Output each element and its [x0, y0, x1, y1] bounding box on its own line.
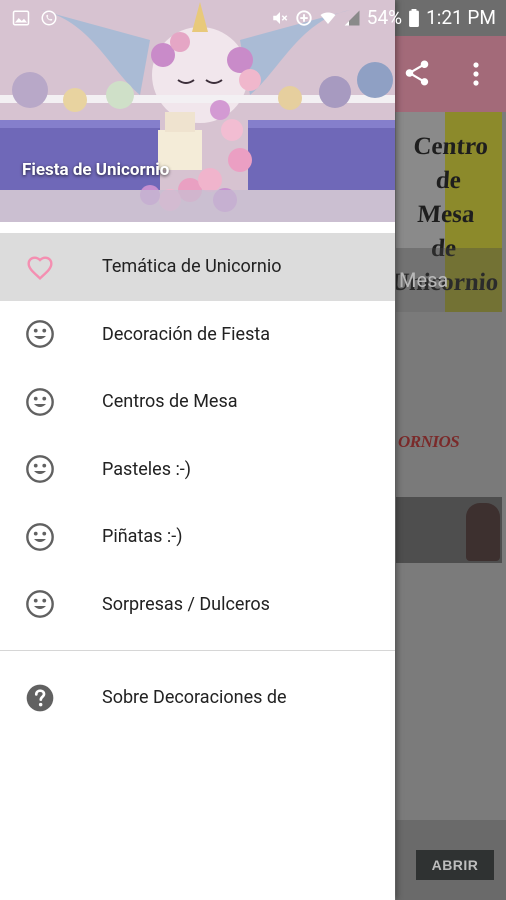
- menu-item-label: Sorpresas / Dulceros: [102, 593, 270, 615]
- menu-item-sorpresas-dulceros[interactable]: Sorpresas / Dulceros: [0, 571, 395, 639]
- card1-line-1: Centro de: [412, 133, 489, 194]
- share-icon[interactable]: [402, 58, 432, 88]
- whatsapp-icon: [41, 10, 57, 26]
- smiley-icon: [26, 522, 54, 551]
- menu-item-label: Sobre Decoraciones de: [102, 687, 287, 708]
- card1-caption: Mesa: [399, 268, 449, 292]
- card3-image: [466, 503, 500, 561]
- card2-text: ORNIOS: [398, 432, 460, 451]
- menu-item-label: Centros de Mesa: [102, 391, 238, 413]
- smiley-icon: [26, 590, 54, 619]
- more-options-icon[interactable]: [465, 60, 487, 88]
- card1-line-2: Mesa: [416, 201, 476, 228]
- menu-item-label: Pasteles :-): [102, 458, 192, 480]
- menu-item-label: Decoración de Fiesta: [102, 323, 271, 345]
- gallery-icon: [12, 10, 30, 26]
- menu-item-label: Temática de Unicornio: [102, 256, 282, 278]
- menu-item-sobre-decoraciones[interactable]: Sobre Decoraciones de: [0, 664, 395, 731]
- wifi-icon: [320, 11, 336, 24]
- menu-item-label: Piñatas :-): [102, 526, 183, 548]
- content-card-2[interactable]: [396, 312, 502, 497]
- battery-icon: [409, 8, 419, 27]
- clock: 1:21 PM: [426, 6, 496, 29]
- data-saver-icon: [296, 9, 312, 26]
- abrir-button[interactable]: ABRIR: [416, 850, 494, 880]
- drawer-title: Fiesta de Unicornio: [22, 160, 170, 180]
- heart-icon: [27, 256, 53, 280]
- smiley-icon: [26, 320, 54, 349]
- battery-percent: 54%: [366, 6, 403, 29]
- smiley-icon: [26, 387, 54, 416]
- mute-icon: [273, 11, 288, 24]
- menu-item-centros-de-mesa[interactable]: Centros de Mesa: [0, 368, 395, 436]
- status-bar: 54% 1:21 PM: [0, 0, 506, 36]
- menu-item-decoracion-de-fiesta[interactable]: Decoración de Fiesta: [0, 301, 395, 369]
- drawer-menu: Temática de Unicornio Decoración de Fies…: [0, 233, 395, 638]
- menu-item-tematica-de-unicornio[interactable]: Temática de Unicornio: [0, 233, 395, 301]
- menu-item-pasteles[interactable]: Pasteles :-): [0, 436, 395, 504]
- help-icon: [26, 684, 54, 711]
- menu-item-pinatas[interactable]: Piñatas :-): [0, 503, 395, 571]
- menu-divider: [0, 650, 395, 651]
- signal-icon: [344, 10, 360, 25]
- navigation-drawer[interactable]: Fiesta de Unicornio Temática de Unicorni…: [0, 0, 395, 900]
- smiley-icon: [26, 455, 54, 484]
